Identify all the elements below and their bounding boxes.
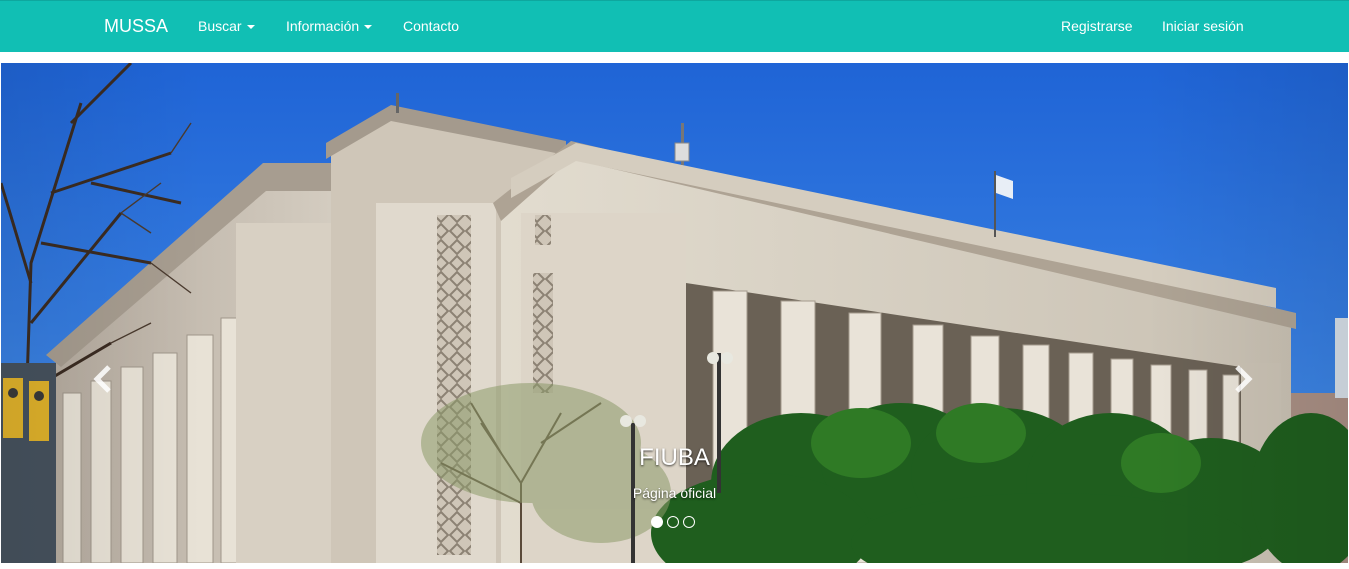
carousel-indicator-3[interactable]	[683, 516, 695, 528]
nav-link-registrarse[interactable]: Registrarse	[1061, 18, 1133, 34]
hero-carousel: FIUBA Página oficial	[1, 63, 1348, 563]
nav-label-informacion: Información	[286, 18, 360, 34]
carousel-indicators	[651, 516, 695, 528]
carousel-prev-button[interactable]	[83, 359, 123, 399]
caret-down-icon	[246, 25, 255, 30]
nav-dropdown-buscar[interactable]: Buscar	[198, 18, 255, 34]
brand-link[interactable]: MUSSA	[104, 16, 168, 37]
carousel-indicator-1[interactable]	[651, 516, 663, 528]
slide-caption-title: FIUBA	[639, 444, 710, 471]
chevron-right-icon	[1235, 365, 1253, 393]
top-navbar: MUSSA Buscar Información Contacto Regist…	[0, 0, 1349, 52]
chevron-left-icon	[93, 365, 111, 393]
nav-link-iniciar-sesion[interactable]: Iniciar sesión	[1162, 18, 1244, 34]
slide-caption-subtitle: Página oficial	[632, 485, 717, 501]
nav-link-contacto[interactable]: Contacto	[403, 18, 459, 34]
carousel-indicator-2[interactable]	[667, 516, 679, 528]
caret-down-icon	[364, 25, 373, 30]
nav-label-buscar: Buscar	[198, 18, 242, 34]
nav-dropdown-informacion[interactable]: Información	[286, 18, 373, 34]
carousel-next-button[interactable]	[1223, 359, 1263, 399]
